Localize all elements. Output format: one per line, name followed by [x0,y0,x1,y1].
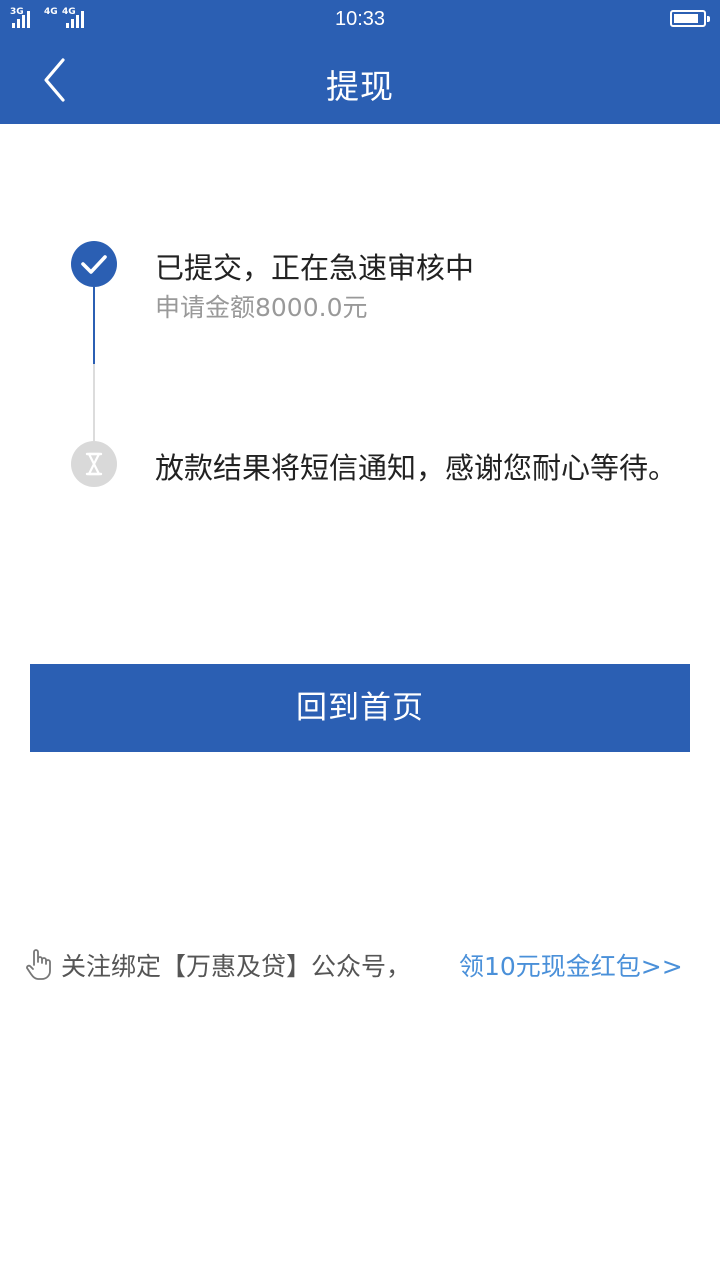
progress-line-pending [93,364,95,441]
nav-bar: 提现 [0,38,720,124]
promo-row: 关注绑定【万惠及贷】公众号， 领10元现金红包>> [24,945,704,985]
battery-icon [670,10,710,27]
progress-line-done [93,287,95,364]
red-packet-link[interactable]: 领10元现金红包>> [459,947,683,983]
status-time: 10:33 [334,8,386,30]
status-bar: 3G 4G 4G 10:33 [0,0,720,38]
step-done-check-icon [71,241,117,287]
withdraw-result-page: 3G 4G 4G 10:33 提现 已提交，正在急速审核中 申请金额8000.0… [0,0,720,1280]
step1-amount: 申请金额8000.0元 [155,293,368,322]
hand-pointer-icon [26,949,51,980]
page-title: 提现 [326,67,394,106]
step2-title: 放款结果将短信通知，感谢您耐心等待。 [155,451,678,485]
hourglass-icon [71,441,117,487]
step1-title: 已提交，正在急速审核中 [155,251,475,285]
back-to-home-button[interactable]: 回到首页 [30,664,690,752]
promo-text: 关注绑定【万惠及贷】公众号， [61,952,412,981]
